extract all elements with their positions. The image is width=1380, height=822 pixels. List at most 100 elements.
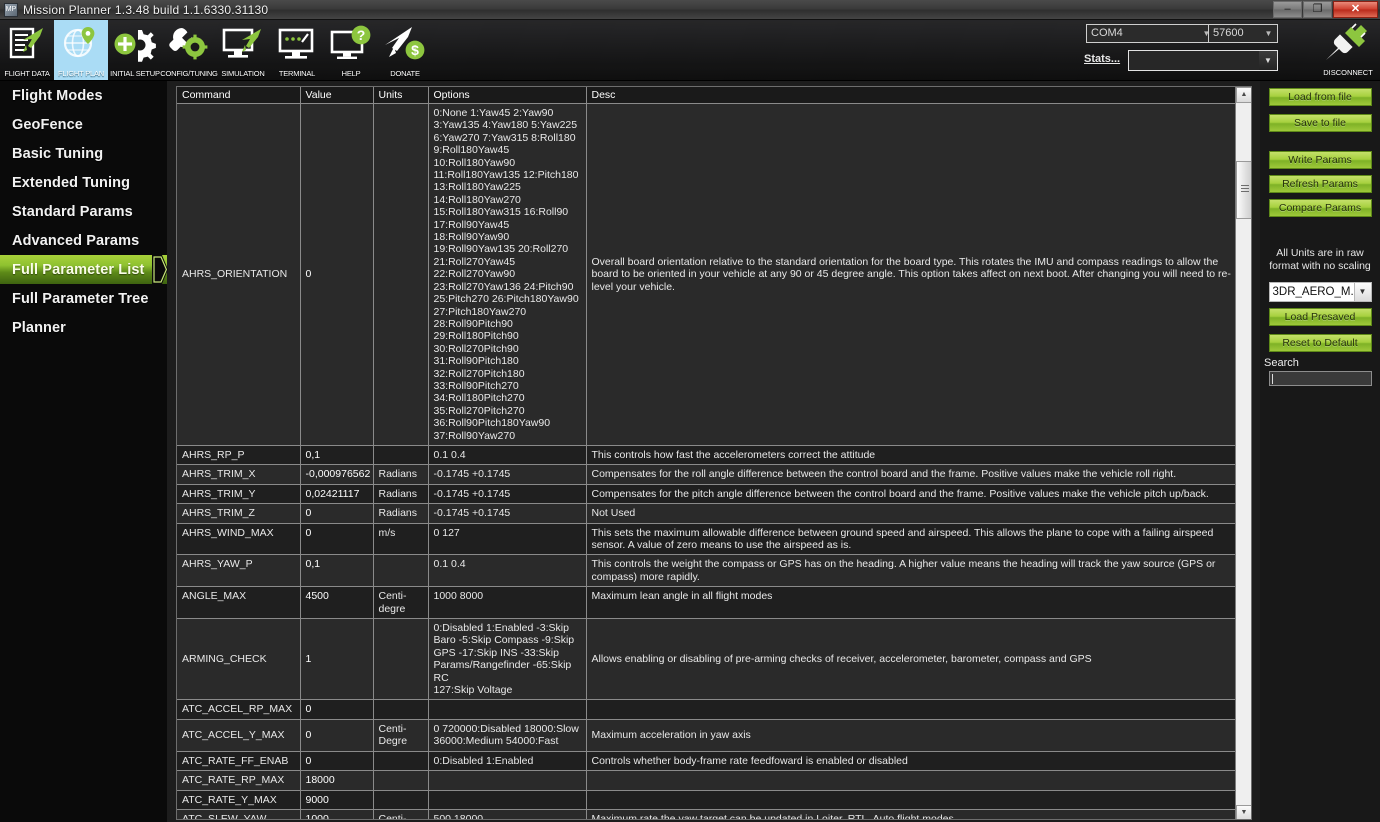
chevron-down-icon[interactable]: ▼	[1353, 283, 1371, 301]
param-value-cell[interactable]: 1	[300, 618, 374, 701]
chevron-down-icon: ▼	[1264, 29, 1273, 38]
minimize-button[interactable]: –	[1273, 1, 1302, 18]
refresh-params-button[interactable]: Refresh Params	[1268, 175, 1372, 193]
toolbar-item-flight-plan[interactable]: FLIGHT PLAN	[54, 20, 108, 80]
column-header-options[interactable]: Options	[428, 87, 587, 104]
flight-data-icon	[7, 22, 47, 64]
sidebar-item-label: GeoFence	[12, 116, 83, 133]
device-select[interactable]: ▼	[1128, 50, 1278, 71]
sidebar-item-advanced-params[interactable]: Advanced Params	[0, 226, 167, 255]
param-value-cell[interactable]: 0	[300, 751, 374, 772]
comport-select[interactable]: COM4 ▼	[1086, 24, 1216, 43]
parameter-grid[interactable]: Command Value Units Options Desc AHRS_OR…	[176, 86, 1252, 820]
param-name-cell: ATC_RATE_Y_MAX	[177, 790, 301, 810]
param-value-cell[interactable]: -0,000976562	[300, 464, 374, 485]
param-desc-cell: Maximum rate the yaw target can be updat…	[586, 809, 1238, 819]
table-row[interactable]: AHRS_WIND_MAX 0 m/s 0 127 This sets the maxi…	[177, 523, 1238, 556]
scroll-down-button[interactable]: ▼	[1236, 805, 1251, 819]
load-from-file-button[interactable]: Load from file	[1268, 88, 1372, 106]
param-options-cell	[428, 790, 587, 810]
table-row[interactable]: AHRS_TRIM_X -0,000976562 Radians -0.1745 +0…	[177, 464, 1238, 485]
table-row[interactable]: ATC_ACCEL_Y_MAX 0 Centi-Degre 0 720000:Disa…	[177, 719, 1238, 752]
param-value-cell[interactable]: 0	[300, 699, 374, 720]
toolbar-item-config-tuning[interactable]: CONFIG/TUNING	[160, 20, 218, 80]
sidebar-item-standard-params[interactable]: Standard Params	[0, 197, 167, 226]
param-desc-cell: This controls how fast the accelerometer…	[586, 445, 1238, 466]
table-row[interactable]: ATC_RATE_FF_ENAB 0 0:Disabled 1:Enabled Con…	[177, 751, 1238, 772]
table-row[interactable]: ATC_RATE_Y_MAX 9000	[177, 790, 1238, 810]
toolbar-label: DONATE	[390, 69, 420, 78]
param-value-cell[interactable]: 0	[300, 523, 374, 556]
param-value-cell[interactable]: 9000	[300, 790, 374, 810]
sidebar-item-full-parameter-list[interactable]: Full Parameter List	[0, 255, 168, 284]
text-caret	[1271, 374, 1273, 384]
param-options-cell: 0:Disabled 1:Enabled	[428, 751, 587, 772]
sidebar-item-flight-modes[interactable]: Flight Modes	[0, 81, 167, 110]
scrollbar-thumb[interactable]	[1236, 161, 1251, 219]
param-desc-cell	[586, 699, 1238, 720]
toolbar-item-flight-data[interactable]: FLIGHT DATA	[0, 20, 54, 80]
toolbar-item-simulation[interactable]: SIMULATION	[216, 20, 270, 80]
scroll-up-button[interactable]: ▲	[1236, 87, 1251, 103]
table-row[interactable]: ARMING_CHECK 1 0:Disabled 1:Enabled -3:Ski…	[177, 618, 1238, 701]
table-row[interactable]: AHRS_YAW_P 0,1 0.1 0.4 This controls the we…	[177, 554, 1238, 588]
sidebar-item-basic-tuning[interactable]: Basic Tuning	[0, 139, 167, 168]
table-row[interactable]: AHRS_TRIM_Z 0 Radians -0.1745 +0.1745 Not Us…	[177, 503, 1238, 524]
compare-params-button[interactable]: Compare Params	[1268, 199, 1372, 217]
table-row[interactable]: AHRS_TRIM_Y 0,02421117 Radians -0.1745 +0.1…	[177, 484, 1238, 505]
column-header-desc[interactable]: Desc	[586, 87, 1238, 104]
toolbar-item-terminal[interactable]: TERMINAL	[270, 20, 324, 80]
param-value-cell[interactable]: 4500	[300, 586, 374, 620]
table-row[interactable]: AHRS_RP_P 0,1 0.1 0.4 This controls how fas…	[177, 445, 1238, 466]
param-options-cell: 0.1 0.4	[428, 445, 587, 466]
table-row[interactable]: AHRS_ORIENTATION 0 0:None 1:Yaw45 2:Yaw90 …	[177, 103, 1238, 446]
toolbar-item-help[interactable]: ? HELP	[324, 20, 378, 80]
param-name-cell: AHRS_TRIM_X	[177, 464, 301, 485]
save-to-file-button[interactable]: Save to file	[1268, 114, 1372, 132]
param-value-cell[interactable]: 0	[300, 503, 374, 524]
table-row[interactable]: ATC_RATE_RP_MAX 18000	[177, 770, 1238, 791]
close-button[interactable]: ✕	[1333, 1, 1378, 18]
grid-vertical-scrollbar[interactable]: ▲ ▼	[1235, 87, 1251, 819]
param-units-cell: Radians	[373, 464, 429, 485]
app-icon: MP	[4, 2, 18, 17]
sidebar-item-full-parameter-tree[interactable]: Full Parameter Tree	[0, 284, 167, 313]
baudrate-value: 57600	[1213, 27, 1244, 39]
table-row[interactable]: ANGLE_MAX 4500 Centi-degre 1000 8000 Maximum…	[177, 586, 1238, 620]
restore-button[interactable]: ❐	[1303, 1, 1332, 18]
param-desc-cell: Controls whether body-frame rate feedfow…	[586, 751, 1238, 772]
search-input[interactable]	[1268, 371, 1372, 386]
baudrate-select[interactable]: 57600 ▼	[1208, 24, 1278, 43]
param-value-cell[interactable]: 0	[300, 103, 374, 446]
column-header-units[interactable]: Units	[373, 87, 429, 104]
disconnect-button[interactable]: DISCONNECT	[1318, 22, 1378, 79]
toolbar-label: INITIAL SETUP	[110, 69, 160, 78]
load-presaved-button[interactable]: Load Presaved	[1268, 308, 1372, 326]
column-header-command[interactable]: Command	[177, 87, 301, 104]
param-value-cell[interactable]: 0	[300, 719, 374, 752]
toolbar-item-donate[interactable]: $ DONATE	[378, 20, 432, 80]
table-row[interactable]: ATC_ACCEL_RP_MAX 0	[177, 699, 1238, 720]
table-row[interactable]: ATC_SLEW_YAW1000Centi-Degre500 18000Maxi…	[177, 809, 1238, 819]
column-header-value[interactable]: Value	[300, 87, 374, 104]
param-value-cell[interactable]: 0,02421117	[300, 484, 374, 505]
connection-area: COM4 ▼ 57600 ▼ Stats... ▼ DISCONNECT	[1080, 20, 1380, 81]
param-value-cell[interactable]: 0,1	[300, 554, 374, 588]
param-value-cell[interactable]: 1000	[300, 809, 374, 819]
param-value-cell[interactable]: 18000	[300, 770, 374, 791]
param-name-cell: AHRS_RP_P	[177, 445, 301, 466]
sidebar-item-geofence[interactable]: GeoFence	[0, 110, 167, 139]
param-value-cell[interactable]: 0,1	[300, 445, 374, 466]
preset-select[interactable]: 3DR_AERO_M.p ▼	[1268, 282, 1372, 302]
sidebar-item-planner[interactable]: Planner	[0, 313, 167, 342]
write-params-button[interactable]: Write Params	[1268, 151, 1372, 169]
stats-link[interactable]: Stats...	[1084, 53, 1120, 65]
param-units-cell: Radians	[373, 484, 429, 505]
plug-icon	[1326, 23, 1367, 60]
param-options-cell: 0.1 0.4	[428, 554, 587, 588]
reset-to-default-button[interactable]: Reset to Default	[1268, 334, 1372, 352]
config-tuning-icon	[166, 22, 212, 64]
sidebar-item-extended-tuning[interactable]: Extended Tuning	[0, 168, 167, 197]
toolbar-item-initial-setup[interactable]: INITIAL SETUP	[108, 20, 162, 80]
param-options-cell: -0.1745 +0.1745	[428, 464, 587, 485]
